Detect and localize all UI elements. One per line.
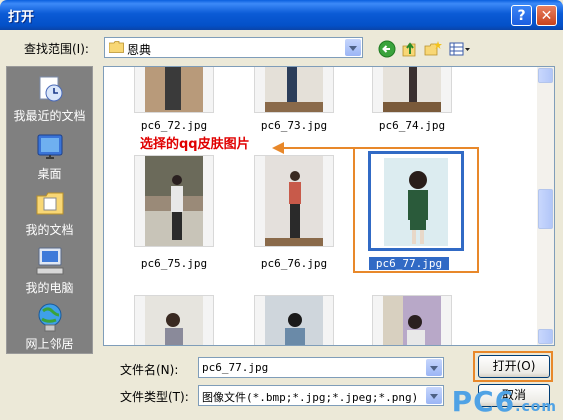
file-name[interactable]: pc6_76.jpg bbox=[249, 257, 339, 270]
file-thumbnail[interactable] bbox=[254, 295, 334, 345]
close-button[interactable]: ✕ bbox=[536, 5, 557, 26]
file-thumbnail[interactable] bbox=[134, 155, 214, 247]
folder-icon bbox=[109, 41, 124, 53]
file-thumbnail[interactable] bbox=[372, 295, 452, 345]
place-label: 网上邻居 bbox=[25, 337, 74, 351]
chevron-down-icon[interactable] bbox=[426, 359, 442, 376]
place-recent[interactable]: 我最近的文档 bbox=[7, 73, 92, 124]
filename-input[interactable]: pc6_77.jpg bbox=[198, 357, 444, 378]
views-icon[interactable] bbox=[449, 40, 471, 58]
place-my-documents[interactable]: 我的文档 bbox=[7, 187, 92, 238]
file-list[interactable]: pc6_72.jpg pc6_73.jpg pc6_74.jpg pc6_75.… bbox=[103, 66, 555, 346]
up-folder-icon[interactable] bbox=[401, 40, 419, 58]
open-dialog: 打开 ? ✕ 查找范围(I): 恩典 我最近的文档 桌面 我的文档 我的电脑 网… bbox=[0, 0, 563, 420]
scroll-thumb[interactable] bbox=[538, 189, 553, 229]
filetype-value: 图像文件(*.bmp;*.jpg;*.jpeg;*.png) bbox=[202, 391, 419, 404]
scroll-down-button[interactable] bbox=[538, 329, 553, 344]
highlight-frame bbox=[353, 147, 479, 273]
file-name[interactable]: pc6_72.jpg bbox=[129, 119, 219, 132]
chevron-down-icon[interactable] bbox=[426, 387, 442, 404]
filetype-label: 文件类型(T): bbox=[120, 390, 189, 404]
help-button[interactable]: ? bbox=[511, 5, 532, 26]
vertical-scrollbar[interactable] bbox=[537, 67, 554, 345]
place-label: 桌面 bbox=[37, 167, 62, 181]
file-thumbnail[interactable] bbox=[134, 295, 214, 345]
lookin-label: 查找范围(I): bbox=[24, 42, 89, 56]
scroll-up-button[interactable] bbox=[538, 68, 553, 83]
place-label: 我的电脑 bbox=[25, 281, 74, 295]
recent-documents-icon bbox=[39, 76, 62, 102]
file-thumbnail[interactable] bbox=[372, 67, 452, 113]
filename-label: 文件名(N): bbox=[120, 363, 179, 377]
back-icon[interactable] bbox=[378, 40, 396, 58]
file-thumbnail[interactable] bbox=[254, 155, 334, 247]
window-title: 打开 bbox=[8, 10, 35, 25]
file-thumbnail[interactable] bbox=[254, 67, 334, 113]
title-bar[interactable]: 打开 ? ✕ bbox=[0, 0, 563, 30]
filetype-select[interactable]: 图像文件(*.bmp;*.jpg;*.jpeg;*.png) bbox=[198, 385, 444, 406]
places-bar: 我最近的文档 桌面 我的文档 我的电脑 网上邻居 bbox=[6, 66, 93, 354]
my-computer-icon bbox=[36, 247, 63, 275]
place-label: 我的文档 bbox=[25, 223, 74, 237]
file-name[interactable]: pc6_75.jpg bbox=[129, 257, 219, 270]
file-name[interactable]: pc6_73.jpg bbox=[249, 119, 339, 132]
file-thumbnail[interactable] bbox=[134, 67, 214, 113]
network-places-icon bbox=[38, 303, 61, 332]
my-documents-icon bbox=[36, 192, 63, 215]
annotation-text: 选择的qq皮肤图片 bbox=[140, 137, 250, 152]
desktop-icon bbox=[37, 134, 62, 159]
lookin-combo[interactable]: 恩典 bbox=[104, 37, 363, 58]
place-my-computer[interactable]: 我的电脑 bbox=[7, 245, 92, 296]
annotation-arrow-icon bbox=[272, 142, 356, 154]
place-label: 我最近的文档 bbox=[13, 109, 86, 123]
watermark-logo: PC6.com bbox=[451, 385, 557, 418]
place-network[interactable]: 网上邻居 bbox=[7, 301, 92, 352]
filename-value: pc6_77.jpg bbox=[202, 361, 269, 374]
chevron-down-icon[interactable] bbox=[345, 39, 361, 56]
open-button[interactable]: 打开(O) bbox=[478, 355, 550, 378]
new-folder-icon[interactable] bbox=[424, 40, 442, 58]
lookin-value: 恩典 bbox=[127, 43, 152, 57]
file-name[interactable]: pc6_74.jpg bbox=[367, 119, 457, 132]
place-desktop[interactable]: 桌面 bbox=[7, 131, 92, 182]
